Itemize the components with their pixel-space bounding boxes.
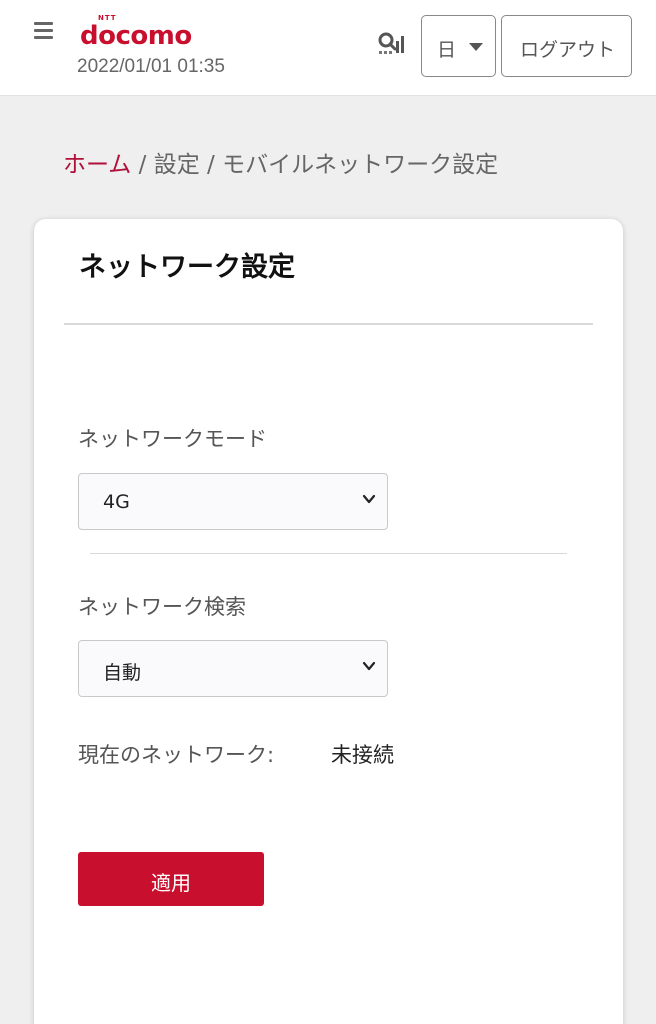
top-header: NTT docomo 2022/01/01 01:35 日 ログアウト	[0, 0, 656, 96]
network-mode-select[interactable]: 4G	[78, 473, 388, 530]
network-mode-label: ネットワークモード	[78, 427, 267, 451]
signal-search-icon	[378, 32, 404, 54]
chevron-down-icon	[362, 661, 376, 671]
language-label: 日	[437, 39, 457, 61]
field-divider	[90, 553, 567, 554]
chevron-down-icon	[362, 494, 376, 504]
breadcrumb-settings: 設定	[153, 152, 200, 178]
docomo-logo: NTT docomo	[80, 14, 192, 51]
title-divider	[64, 323, 593, 325]
current-network-label: 現在のネットワーク:	[78, 743, 275, 767]
breadcrumb-separator: /	[199, 152, 223, 178]
breadcrumb-current: モバイルネットワーク設定	[222, 152, 499, 178]
network-search-select[interactable]: 自動	[78, 640, 388, 697]
network-settings-card: ネットワーク設定 ネットワークモード 4G ネットワーク検索 自動 現在のネット…	[34, 219, 623, 1024]
logout-button[interactable]: ログアウト	[501, 15, 632, 77]
network-mode-value: 4G	[103, 491, 130, 513]
apply-label: 適用	[151, 871, 191, 895]
datetime-display: 2022/01/01 01:35	[77, 56, 225, 77]
language-select[interactable]: 日	[421, 15, 496, 77]
current-network-value: 未接続	[331, 743, 394, 767]
network-search-label: ネットワーク検索	[78, 595, 246, 619]
breadcrumb-separator: /	[131, 152, 154, 178]
hamburger-menu-icon[interactable]	[34, 22, 58, 46]
logout-label: ログアウト	[519, 39, 615, 61]
network-search-value: 自動	[103, 662, 142, 684]
logo-docomo-text: docomo	[80, 21, 192, 51]
caret-down-icon	[469, 43, 483, 51]
card-title: ネットワーク設定	[79, 252, 295, 283]
breadcrumb-home-link[interactable]: ホーム	[63, 152, 131, 178]
breadcrumb: ホーム / 設定 / モバイルネットワーク設定	[63, 145, 498, 179]
apply-button[interactable]: 適用	[78, 852, 264, 906]
